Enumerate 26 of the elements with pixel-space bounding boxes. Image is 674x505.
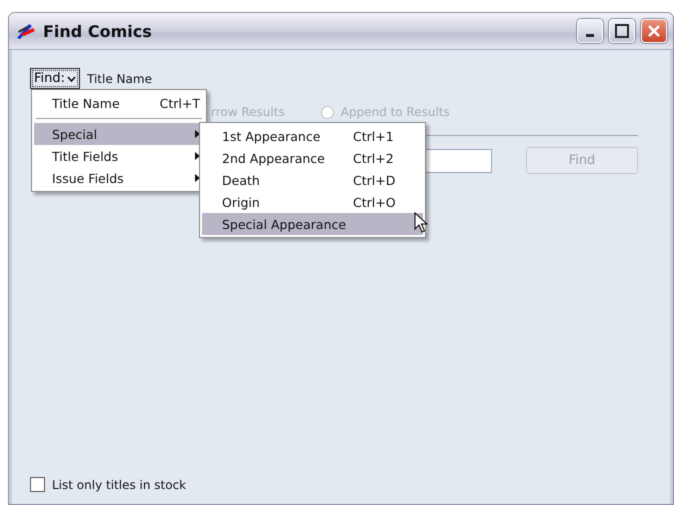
- find-dropdown[interactable]: Find:: [30, 68, 80, 89]
- submenu-arrow-icon: [195, 130, 200, 138]
- menu-item[interactable]: 1st Appearance Ctrl+1: [202, 125, 423, 147]
- menu-item[interactable]: Title Fields: [34, 145, 204, 167]
- submenu-arrow-icon: [195, 152, 200, 160]
- window-title: Find Comics: [43, 22, 153, 40]
- minimize-button[interactable]: [577, 19, 603, 43]
- menu-item[interactable]: Title Name Ctrl+T: [34, 92, 204, 114]
- close-button[interactable]: [641, 19, 667, 43]
- checkbox[interactable]: [30, 477, 45, 492]
- menu-item[interactable]: Origin Ctrl+O: [202, 191, 423, 213]
- checkbox-label: List only titles in stock: [52, 478, 186, 492]
- submenu-arrow-icon: [195, 174, 200, 182]
- option-label: Append to Results: [340, 105, 450, 119]
- chevron-down-icon: [67, 76, 76, 82]
- menu-item[interactable]: 2nd Appearance Ctrl+2: [202, 147, 423, 169]
- menu-item[interactable]: Death Ctrl+D: [202, 169, 423, 191]
- app-logo-icon: [15, 22, 37, 40]
- close-icon: [647, 24, 661, 38]
- menu-item[interactable]: Issue Fields: [34, 167, 204, 189]
- find-field-label: Title Name: [87, 72, 152, 86]
- option-label: rrow Results: [211, 105, 285, 119]
- menu-item[interactable]: Special Appearance: [202, 213, 423, 235]
- maximize-button[interactable]: [609, 19, 635, 43]
- maximize-icon: [615, 24, 629, 38]
- minimize-icon: [586, 34, 594, 36]
